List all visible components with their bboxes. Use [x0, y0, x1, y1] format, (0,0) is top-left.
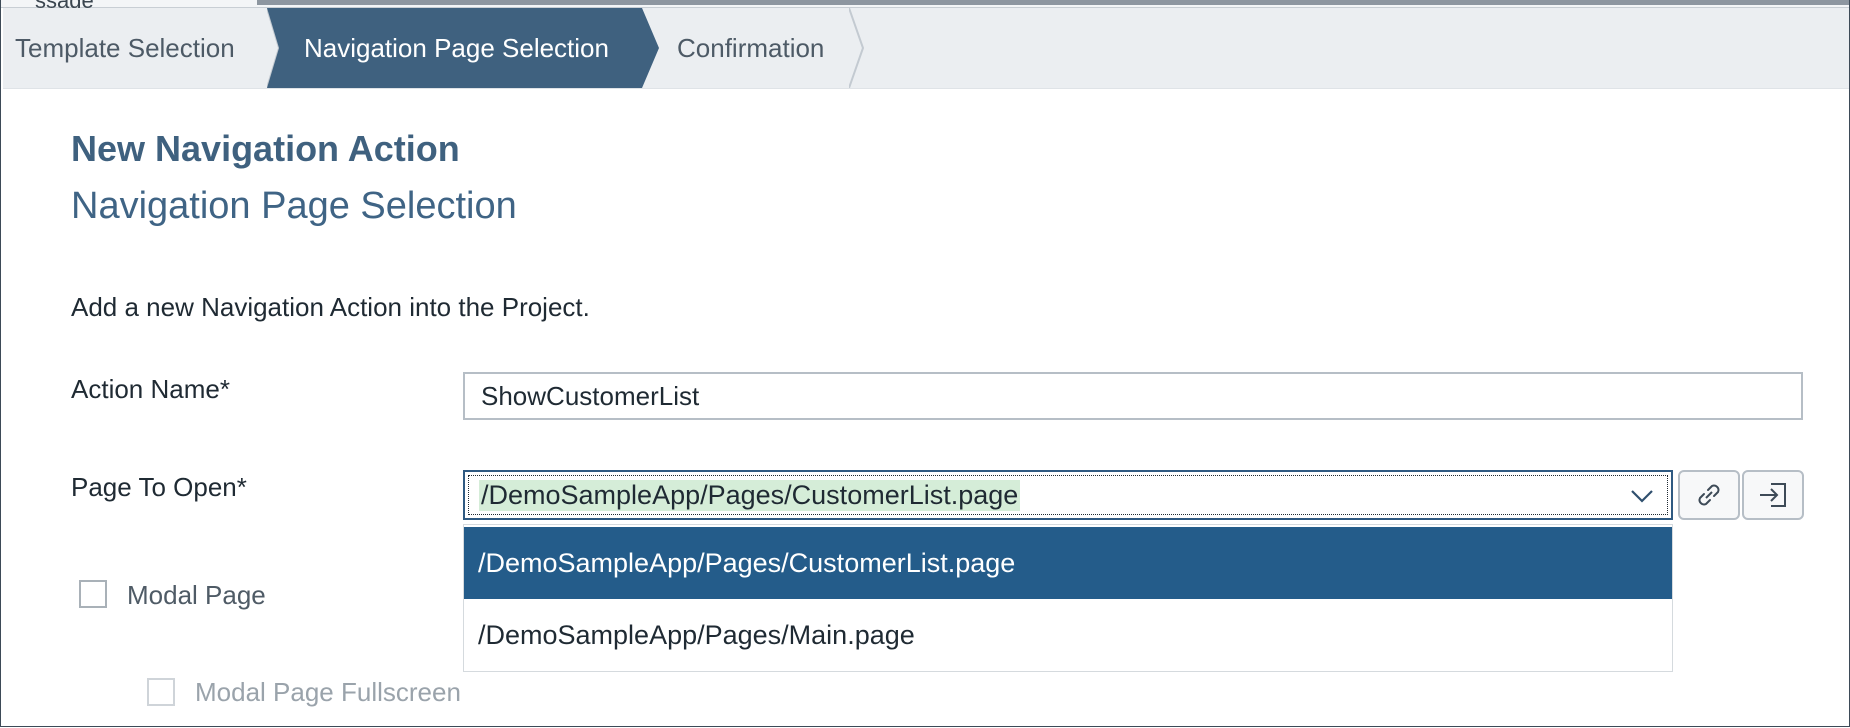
- dropdown-option-selected[interactable]: /DemoSampleApp/Pages/CustomerList.page: [464, 527, 1672, 599]
- wizard-dialog: ssage Template Selection Navigation Page…: [0, 0, 1850, 727]
- dropdown-option[interactable]: /DemoSampleApp/Pages/Main.page: [464, 599, 1672, 671]
- step-separator-icon: [849, 8, 865, 88]
- modal-page-fullscreen-checkbox[interactable]: [147, 678, 175, 706]
- open-page-button[interactable]: [1742, 470, 1804, 520]
- link-button[interactable]: [1678, 470, 1740, 520]
- link-icon: [1698, 484, 1720, 506]
- action-name-label: Action Name*: [71, 374, 230, 404]
- page-to-open-dropdown-list: /DemoSampleApp/Pages/CustomerList.page /…: [463, 524, 1673, 672]
- action-name-value: ShowCustomerList: [481, 380, 700, 411]
- wizard-step-label: Navigation Page Selection: [304, 32, 609, 63]
- dropdown-option-label: /DemoSampleApp/Pages/CustomerList.page: [478, 547, 1016, 578]
- background-window-strip: ssage: [1, 0, 1849, 13]
- dropdown-option-label: /DemoSampleApp/Pages/Main.page: [478, 619, 915, 650]
- page-to-open-value: /DemoSampleApp/Pages/CustomerList.page: [479, 480, 1021, 511]
- modal-page-fullscreen-label[interactable]: Modal Page Fullscreen: [195, 677, 461, 708]
- wizard-step-label: Template Selection: [15, 32, 235, 63]
- wizard-step-confirmation[interactable]: Confirmation: [677, 8, 824, 88]
- modal-page-label[interactable]: Modal Page: [127, 580, 266, 611]
- action-name-input[interactable]: ShowCustomerList: [463, 372, 1803, 420]
- wizard-step-navigation-page-selection[interactable]: Navigation Page Selection: [267, 8, 659, 88]
- page-to-open-label: Page To Open*: [71, 472, 247, 502]
- wizard-step-template-selection[interactable]: Template Selection: [15, 8, 235, 88]
- background-window-bar: [257, 0, 1849, 5]
- open-page-icon: [1760, 483, 1786, 507]
- modal-page-checkbox[interactable]: [79, 580, 107, 608]
- page-subtitle: Navigation Page Selection: [71, 185, 517, 227]
- page-to-open-combobox[interactable]: /DemoSampleApp/Pages/CustomerList.page: [463, 470, 1673, 520]
- page-description: Add a new Navigation Action into the Pro…: [71, 292, 590, 322]
- chevron-down-icon[interactable]: [1629, 484, 1655, 508]
- page-title: New Navigation Action: [71, 128, 460, 169]
- wizard-progress-bar: Template Selection Navigation Page Selec…: [3, 8, 1849, 89]
- wizard-step-label: Confirmation: [677, 32, 825, 63]
